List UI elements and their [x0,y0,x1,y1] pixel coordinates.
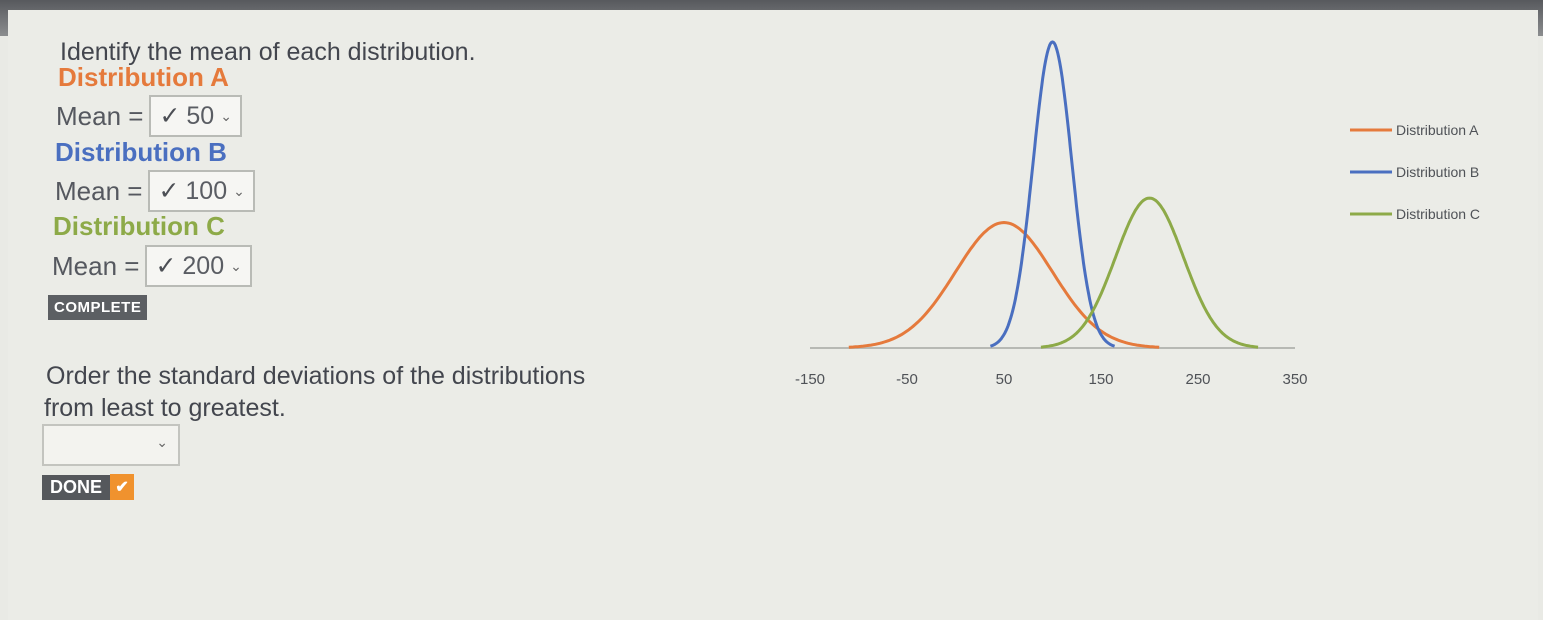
mean-label: Mean = [52,250,140,281]
distribution-c-mean-row: Mean = ✓ 200 ⌄ [52,245,252,287]
check-icon: ✓ [155,252,177,280]
selected-value: 200 [182,251,225,280]
done-button[interactable]: DONE ✔ [42,474,135,500]
complete-badge: COMPLETE [48,295,148,320]
chevron-down-icon: ⌄ [233,182,245,199]
mean-label: Mean = [56,100,144,131]
x-tick-label: 250 [1185,371,1210,388]
distribution-b-title: Distribution B [55,137,227,167]
mean-label: Mean = [55,175,143,206]
distribution-a-title: Distribution A [58,62,229,92]
chevron-down-icon: ⌄ [220,107,232,124]
legend-label: Distribution C [1396,206,1480,222]
x-tick-label: -50 [896,371,918,388]
check-icon: ✔ [110,474,135,500]
series-line-c [1040,196,1259,349]
distribution-c-mean-select[interactable]: ✓ 200 ⌄ [145,245,252,287]
done-label: DONE [42,474,111,500]
distribution-a-mean-row: Mean = ✓ 50 ⌄ [56,95,242,137]
selected-value: 50 [186,101,215,130]
order-select[interactable]: ⌄ [42,424,180,466]
distribution-b-mean-select[interactable]: ✓ 100 ⌄ [148,170,255,212]
series-line-a [848,220,1160,349]
legend-label: Distribution A [1396,122,1479,138]
question-order-line2: from least to greatest. [44,394,286,422]
x-tick-label: 150 [1088,371,1113,388]
check-icon: ✓ [158,177,180,205]
x-tick-label: -150 [795,371,825,388]
distribution-a-mean-select[interactable]: ✓ 50 ⌄ [149,95,242,137]
x-tick-label: 350 [1282,371,1307,388]
chevron-down-icon: ⌄ [156,434,168,450]
distribution-chart: -150 -50 50 150 250 350 Distribution A Distribu… [795,40,1480,388]
check-icon: ✓ [159,102,181,130]
chevron-down-icon: ⌄ [230,257,242,274]
series-line-b [989,40,1116,348]
distribution-c-title: Distribution C [53,211,225,241]
question-order-line1: Order the standard deviations of the dis… [46,362,586,390]
x-tick-label: 50 [996,371,1013,388]
selected-value: 100 [185,176,228,205]
distribution-b-mean-row: Mean = ✓ 100 ⌄ [55,170,255,212]
legend-label: Distribution B [1396,164,1479,180]
